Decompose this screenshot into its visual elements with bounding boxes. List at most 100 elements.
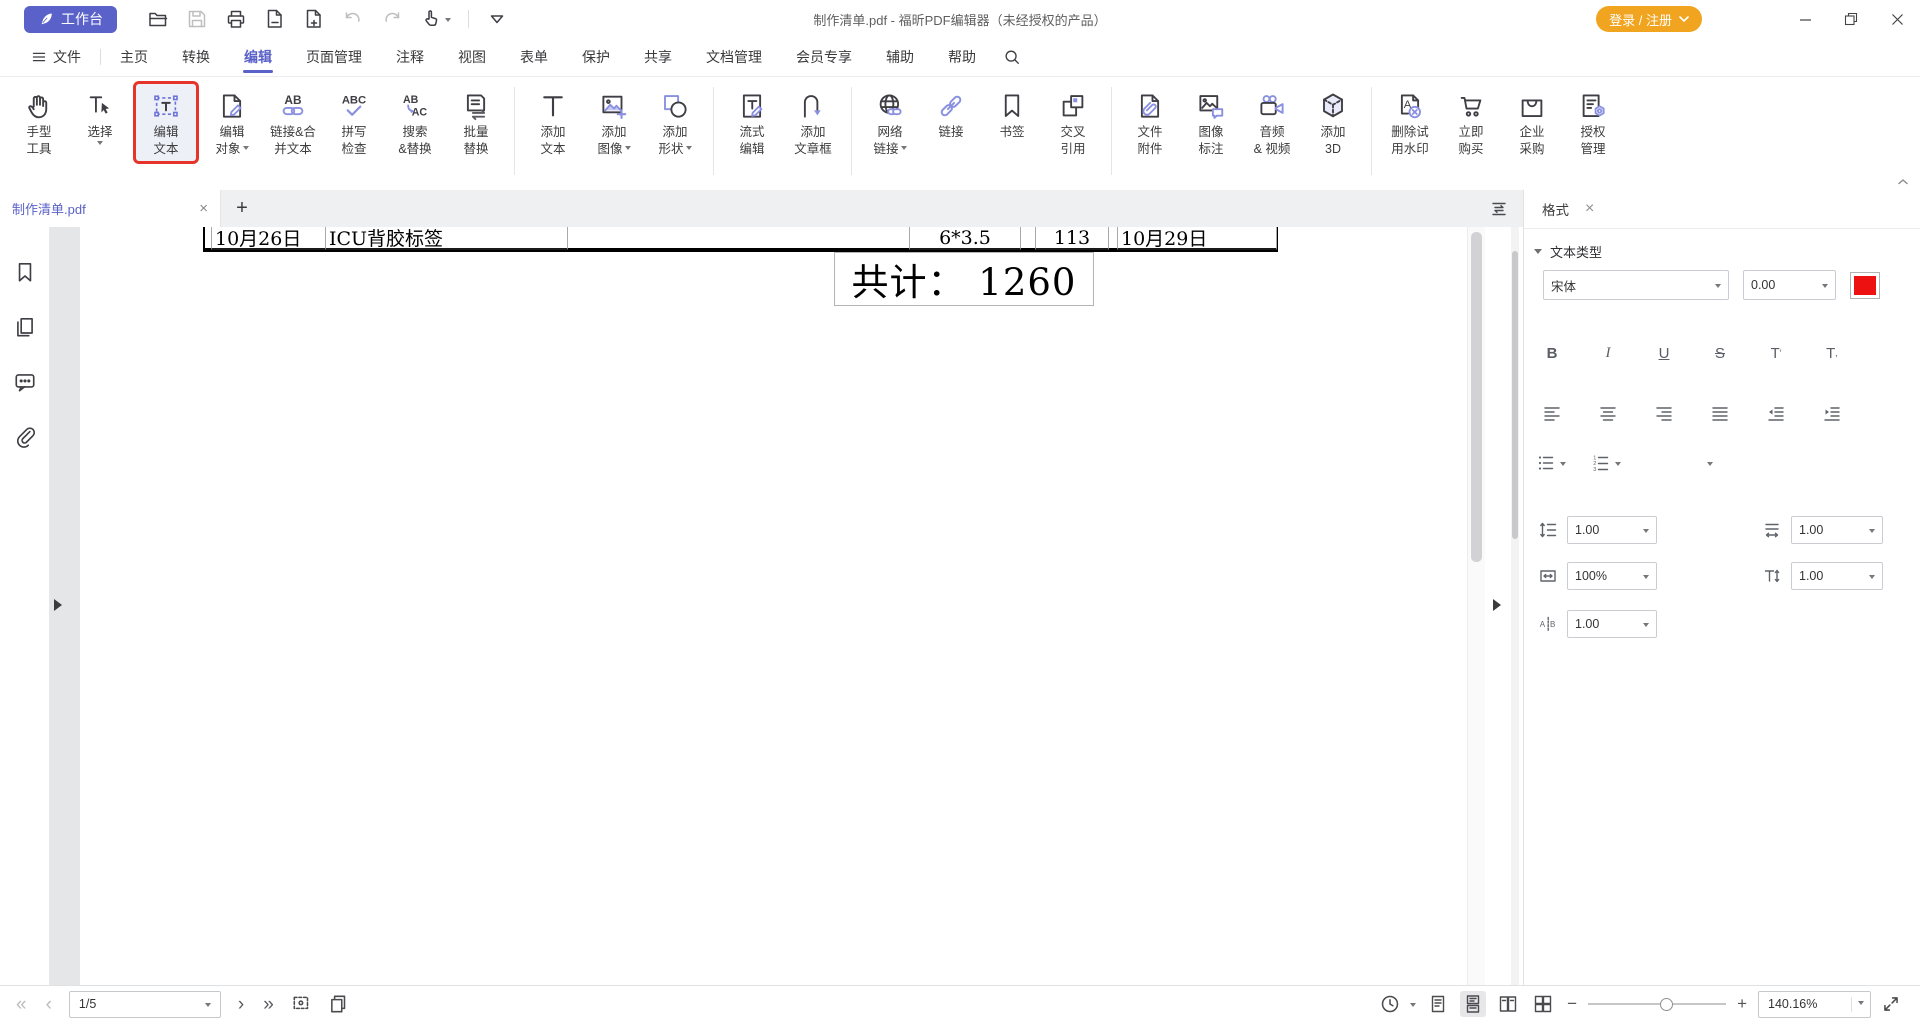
audio-video-button[interactable]: 音频& 视频: [1242, 84, 1302, 161]
menu-share[interactable]: 共享: [627, 38, 689, 76]
add-3d-button[interactable]: 添加3D: [1303, 84, 1363, 161]
web-link-button[interactable]: 网络链接: [860, 84, 920, 161]
zoom-in-button[interactable]: +: [1735, 994, 1749, 1014]
bookmark-button[interactable]: 书签: [982, 84, 1042, 161]
touch-mode-button[interactable]: [420, 8, 451, 30]
menu-file[interactable]: 文件: [14, 38, 98, 76]
save-button[interactable]: [186, 8, 208, 30]
font-size-select[interactable]: 0.00: [1743, 270, 1836, 300]
panel-scrollbar[interactable]: [1511, 227, 1519, 985]
format-panel-tab[interactable]: 格式: [1542, 199, 1569, 219]
hand-tool-button[interactable]: 手型工具: [9, 84, 69, 161]
workspace-button[interactable]: 工作台: [24, 6, 117, 33]
history-caret-icon[interactable]: [1410, 1003, 1416, 1010]
link-button[interactable]: 链接: [921, 84, 981, 161]
document-canvas[interactable]: 10月26日 ICU背胶标签 6*3.5 113 10月29日 共计： 1260: [50, 227, 1485, 985]
snapshot-icon[interactable]: [291, 993, 313, 1015]
spell-check-button[interactable]: ABC拼写检查: [324, 84, 384, 161]
zoom-slider[interactable]: [1588, 994, 1726, 1014]
enterprise-purchase-button[interactable]: 企业采购: [1502, 84, 1562, 161]
add-page-button[interactable]: [303, 8, 325, 30]
align-left-icon[interactable]: [1535, 402, 1569, 426]
indent-increase-icon[interactable]: [1815, 402, 1849, 426]
indent-decrease-icon[interactable]: [1759, 402, 1793, 426]
login-register-button[interactable]: 登录 / 注册: [1596, 6, 1702, 32]
line-spacing-select[interactable]: 1.00: [1567, 516, 1657, 544]
align-right-icon[interactable]: [1647, 402, 1681, 426]
first-page-button[interactable]: «: [14, 995, 29, 1014]
prev-page-button[interactable]: ‹: [44, 995, 54, 1014]
history-icon[interactable]: [1379, 993, 1401, 1015]
open-button[interactable]: [147, 8, 169, 30]
page-scroll-toggle-icon[interactable]: [1489, 199, 1509, 219]
restore-button[interactable]: [1828, 0, 1874, 38]
panel-scrollbar-thumb[interactable]: [1512, 251, 1518, 539]
clipboard-icon[interactable]: [328, 993, 350, 1015]
zoom-level-select[interactable]: 140.16%: [1758, 991, 1871, 1018]
collapse-section-icon[interactable]: [1534, 249, 1542, 258]
vertical-scrollbar[interactable]: [1467, 227, 1485, 985]
file-attachment-button[interactable]: 文件附件: [1120, 84, 1180, 161]
more-tools-button[interactable]: [486, 8, 508, 30]
table-cell[interactable]: 113: [1035, 227, 1109, 250]
menu-comment[interactable]: 注释: [379, 38, 441, 76]
undo-button[interactable]: [342, 8, 364, 30]
expand-left-panel-icon[interactable]: [54, 599, 68, 611]
table-cell[interactable]: 10月29日: [1117, 227, 1277, 250]
redo-button[interactable]: [381, 8, 403, 30]
add-article-box-button[interactable]: 添加文章框: [783, 84, 843, 161]
word-spacing-select[interactable]: 1.00: [1567, 610, 1657, 638]
search-icon[interactable]: [1003, 48, 1021, 66]
table-cell[interactable]: ICU背胶标签: [325, 227, 568, 250]
minimize-button[interactable]: [1782, 0, 1828, 38]
italic-button[interactable]: I: [1591, 340, 1625, 366]
menu-help[interactable]: 帮助: [931, 38, 993, 76]
bullet-list-button[interactable]: [1535, 452, 1566, 474]
print-button[interactable]: [225, 8, 247, 30]
underline-button[interactable]: U: [1647, 340, 1681, 366]
menu-view[interactable]: 视图: [441, 38, 503, 76]
table-cell[interactable]: 10月26日: [211, 227, 327, 250]
close-tab-icon[interactable]: ×: [199, 200, 208, 217]
flow-edit-button[interactable]: 流式编辑: [722, 84, 782, 161]
document-tab[interactable]: 制作清单.pdf ×: [0, 190, 221, 227]
font-family-select[interactable]: 宋体: [1543, 270, 1729, 300]
menu-home[interactable]: 主页: [103, 38, 165, 76]
baseline-offset-select[interactable]: 1.00: [1791, 562, 1883, 590]
link-merge-text-button[interactable]: AB链接&合并文本: [263, 84, 323, 161]
close-panel-icon[interactable]: ×: [1585, 200, 1594, 218]
add-image-button[interactable]: 添加图像: [584, 84, 644, 161]
page-indicator-select[interactable]: 1/5: [69, 991, 221, 1018]
menu-member[interactable]: 会员专享: [779, 38, 869, 76]
horizontal-scale-select[interactable]: 100%: [1567, 562, 1657, 590]
export-page-button[interactable]: [264, 8, 286, 30]
char-spacing-select[interactable]: 1.00: [1791, 516, 1883, 544]
collapse-right-panel-icon[interactable]: [1493, 599, 1507, 611]
sidebar-pages-button[interactable]: [13, 315, 37, 339]
add-text-button[interactable]: 添加文本: [523, 84, 583, 161]
total-text-box[interactable]: 共计： 1260: [834, 252, 1094, 306]
menu-page-manage[interactable]: 页面管理: [289, 38, 379, 76]
new-tab-button[interactable]: +: [227, 194, 257, 224]
collapse-ribbon-icon[interactable]: [1896, 175, 1910, 189]
select-tool-button[interactable]: 选择: [70, 84, 130, 161]
buy-now-button[interactable]: 立即购买: [1441, 84, 1501, 161]
batch-replace-button[interactable]: 批量替换: [446, 84, 506, 161]
continuous-view-icon[interactable]: [1460, 991, 1486, 1017]
menu-assist[interactable]: 辅助: [869, 38, 931, 76]
zoom-slider-thumb[interactable]: [1660, 998, 1673, 1011]
edit-text-button[interactable]: 编辑文本: [136, 84, 196, 161]
superscript-button[interactable]: T′: [1759, 340, 1793, 366]
license-manage-button[interactable]: 授权管理: [1563, 84, 1623, 161]
table-cell[interactable]: 6*3.5: [909, 227, 1021, 250]
bold-button[interactable]: B: [1535, 340, 1569, 366]
cross-reference-button[interactable]: 交叉引用: [1043, 84, 1103, 161]
strikethrough-button[interactable]: S: [1703, 340, 1737, 366]
align-justify-icon[interactable]: [1703, 402, 1737, 426]
image-annotation-button[interactable]: 图像标注: [1181, 84, 1241, 161]
single-page-view-icon[interactable]: [1425, 991, 1451, 1017]
close-window-button[interactable]: [1874, 0, 1920, 38]
sidebar-attachments-button[interactable]: [13, 425, 37, 449]
list-more-button[interactable]: [1707, 458, 1713, 469]
subscript-button[interactable]: T,: [1815, 340, 1849, 366]
